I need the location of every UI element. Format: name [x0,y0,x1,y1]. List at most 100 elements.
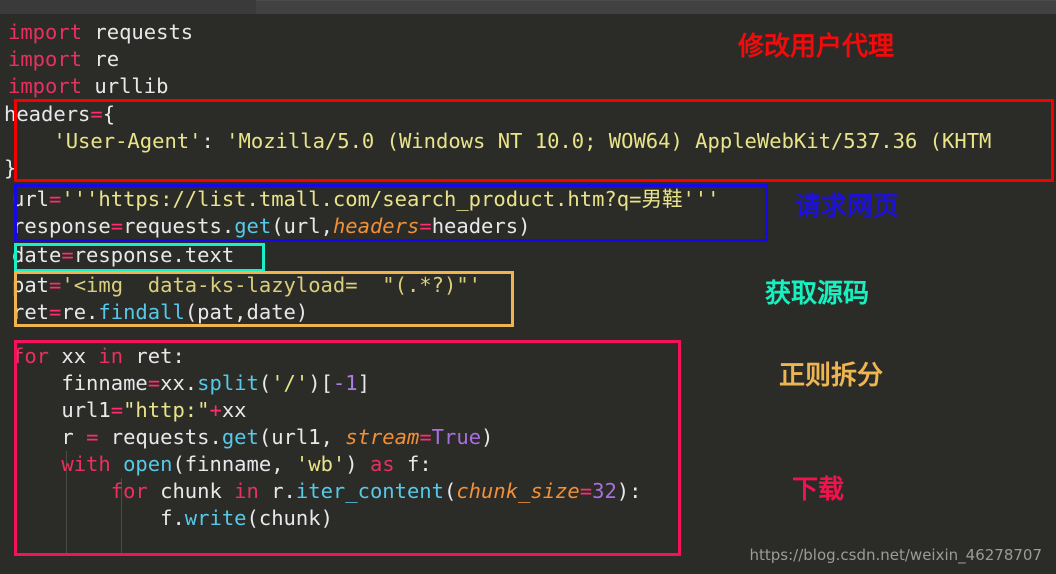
token-identifier: pat [12,273,50,297]
code-line-10: pat='<img data-ks-lazyload= "(.*?)"' [12,272,481,299]
token-identifier: xx [49,344,99,368]
token-operator-plus: + [209,398,222,422]
token-operator: = [579,479,593,503]
token-keyword: import [8,74,83,98]
code-line-14: url1="http:"+xx [12,397,247,424]
token-keyword-as: as [369,452,395,476]
blog-watermark: https://blog.csdn.net/weixin_46278707 [749,546,1042,564]
token-args: (url, [271,214,333,238]
annotation-regex-split: 正则拆分 [779,361,884,391]
screenshot-root: import requests import re import urllib … [0,0,1056,574]
titlebar-left-segment [0,0,256,14]
token-function: iter_content [295,479,444,503]
token-regex-string: '<img data-ks-lazyload= "(.*?)"' [61,273,482,297]
token-brace: { [102,102,116,126]
token-url-string: '''https://list.tmall.com/search_product… [61,187,720,211]
annotation-download: 下载 [792,475,845,505]
token-object: xx. [160,371,198,395]
code-line-2: import re [8,46,119,73]
token-args: (finname, [172,452,296,476]
code-line-11: ret=re.findall(pat,date) [12,299,308,326]
token-args: (chunk) [246,506,333,530]
titlebar-right-segment [256,0,1056,14]
token-identifier: response [12,214,111,238]
token-operator: = [419,425,432,449]
token-function: write [184,506,247,530]
token-identifier: finname [12,371,148,395]
token-operator: = [147,371,161,395]
token-args: headers) [431,214,531,238]
annotation-request-page: 请求网页 [795,192,900,222]
annotation-modify-user-agent: 修改用户代理 [738,32,895,62]
token-keyword-in: in [234,479,259,503]
token-module: urllib [82,74,169,98]
token-keyword: import [8,47,83,71]
code-line-18: f.write(chunk) [12,505,333,532]
token-function: open [110,452,173,476]
token-object: requests. [98,425,222,449]
token-operator: = [86,425,99,449]
token-identifier: xx [221,398,247,422]
token-iterable: ret: [123,344,185,368]
code-line-7: url='''https://list.tmall.com/search_pro… [12,186,719,213]
token-identifier: ret [12,300,50,324]
token-operator: = [61,243,74,267]
token-attribute: response.text [73,243,235,267]
token-operator: = [110,398,124,422]
window-titlebar [0,0,1056,14]
token-function: get [221,425,259,449]
token-paren: ) [481,425,494,449]
token-function: split [197,371,259,395]
code-line-8: response=requests.get(url,headers=header… [12,213,530,240]
code-line-4: headers={ [4,101,115,128]
token-operator: = [419,214,432,238]
code-editor-area[interactable]: import requests import re import urllib … [0,14,1056,574]
token-keyword: import [8,20,83,44]
code-line-9: date=response.text [12,242,234,269]
token-string-value: 'Mozilla/5.0 (Windows NT 10.0; WOW64) Ap… [226,129,992,153]
annotation-get-source: 获取源码 [765,279,870,309]
token-operator: = [110,214,124,238]
token-number: 32 [592,479,617,503]
token-object: f. [12,506,185,530]
code-line-17: for chunk in r.iter_content(chunk_size=3… [12,478,642,505]
token-string-key: 'User-Agent' [53,129,202,153]
token-identifier: date [12,243,62,267]
token-paren: ( [258,371,272,395]
token-string: '/' [271,371,309,395]
token-kwarg: stream [345,425,420,449]
token-operator: = [49,187,62,211]
token-kwarg: chunk_size [456,479,580,503]
token-string: 'wb' [295,452,346,476]
token-operator: = [90,102,103,126]
token-bracket: ] [357,371,370,395]
token-colon: : [201,129,227,153]
token-identifier: url1 [12,398,111,422]
token-boolean: True [431,425,482,449]
token-function: findall [98,300,185,324]
token-kwarg: headers [332,214,420,238]
token-identifier: f: [394,452,432,476]
code-line-15: r = requests.get(url1, stream=True) [12,424,493,451]
token-string: "http:" [123,398,210,422]
token-operator: = [49,300,62,324]
token-keyword-for: for [12,344,50,368]
code-line-3: import urllib [8,73,168,100]
token-paren: ): [616,479,642,503]
token-keyword-for: for [12,479,148,503]
token-identifier: url [12,187,50,211]
code-line-6: } [4,155,16,182]
token-object: re. [61,300,99,324]
token-args: (pat,date) [184,300,309,324]
token-keyword-with: with [12,452,111,476]
token-module: requests [82,20,194,44]
token-paren: ( [444,479,457,503]
token-paren: )[ [308,371,333,395]
token-args: (url1, [258,425,346,449]
code-line-16: with open(finname, 'wb') as f: [12,451,432,478]
token-object: r. [258,479,296,503]
token-module: re [82,47,120,71]
token-keyword-in: in [98,344,124,368]
token-number: -1 [332,371,358,395]
